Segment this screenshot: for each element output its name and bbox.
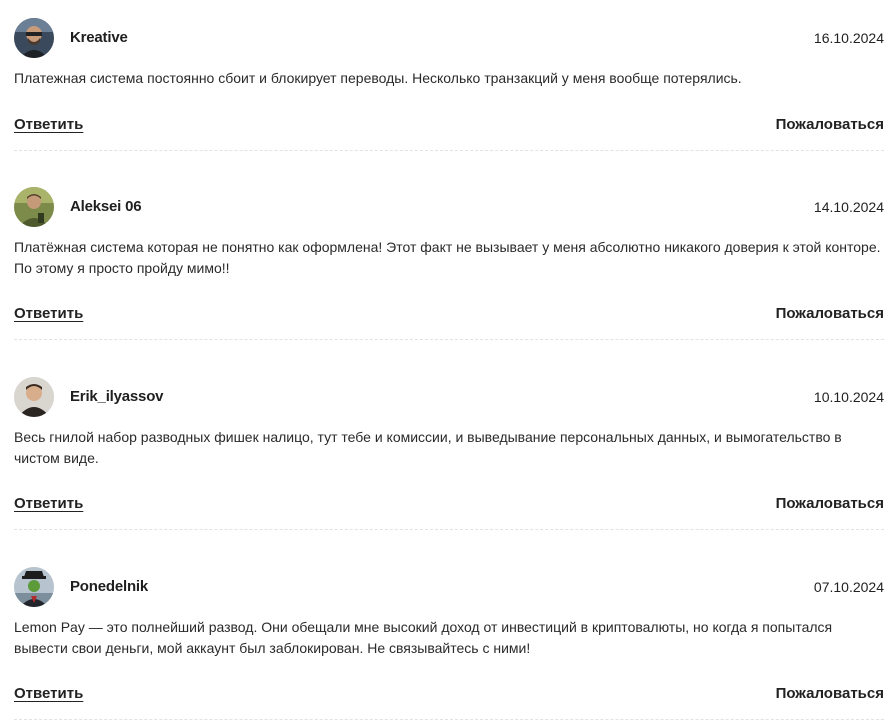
review-divider — [14, 339, 884, 340]
review-actions: Ответить Пожаловаться — [14, 685, 884, 707]
reply-button[interactable]: Ответить — [14, 116, 83, 133]
reviews-list: Kreative 16.10.2024 Платежная система по… — [0, 0, 896, 724]
reply-button[interactable]: Ответить — [14, 305, 83, 322]
review-author: Aleksei 06 — [70, 198, 142, 215]
review-author: Erik_ilyassov — [70, 388, 164, 405]
reply-button[interactable]: Ответить — [14, 685, 83, 702]
review-text: Платежная система постоянно сбоит и блок… — [14, 70, 742, 86]
avatar[interactable] — [14, 567, 54, 607]
review-item: Aleksei 06 14.10.2024 Платёжная система … — [14, 187, 884, 340]
report-button[interactable]: Пожаловаться — [776, 685, 884, 702]
review-divider — [14, 529, 884, 530]
review-divider — [14, 150, 884, 151]
review-author: Ponedelnik — [70, 578, 149, 595]
review-date: 14.10.2024 — [813, 199, 884, 215]
review-item: Ponedelnik 07.10.2024 Lemon Pay — это по… — [14, 567, 884, 720]
review-actions: Ответить Пожаловаться — [14, 116, 884, 138]
review-item: Erik_ilyassov 10.10.2024 Весь гнилой наб… — [14, 377, 884, 530]
review-text: Платёжная система которая не понятно как… — [14, 239, 881, 276]
review-date: 07.10.2024 — [813, 579, 884, 595]
review-author: Kreative — [70, 29, 128, 46]
reply-button[interactable]: Ответить — [14, 495, 83, 512]
report-button[interactable]: Пожаловаться — [776, 116, 884, 133]
avatar[interactable] — [14, 18, 54, 58]
review-header: Aleksei 06 14.10.2024 — [14, 187, 884, 227]
review-text: Весь гнилой набор разводных фишек налицо… — [14, 429, 842, 466]
review-header: Kreative 16.10.2024 — [14, 18, 884, 58]
review-divider — [14, 719, 884, 720]
review-item: Kreative 16.10.2024 Платежная система по… — [14, 18, 884, 168]
review-date: 16.10.2024 — [813, 30, 884, 46]
review-actions: Ответить Пожаловаться — [14, 495, 884, 517]
review-header: Ponedelnik 07.10.2024 — [14, 567, 884, 607]
review-date: 10.10.2024 — [813, 389, 884, 405]
review-header: Erik_ilyassov 10.10.2024 — [14, 377, 884, 417]
avatar[interactable] — [14, 377, 54, 417]
report-button[interactable]: Пожаловаться — [776, 495, 884, 512]
avatar[interactable] — [14, 187, 54, 227]
report-button[interactable]: Пожаловаться — [776, 305, 884, 322]
review-text: Lemon Pay — это полнейший развод. Они об… — [14, 619, 833, 656]
review-actions: Ответить Пожаловаться — [14, 305, 884, 327]
